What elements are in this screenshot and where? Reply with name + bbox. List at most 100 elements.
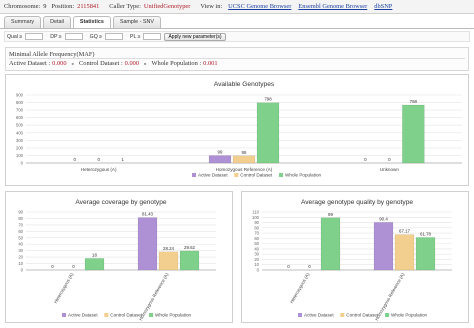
bar-active-dataset bbox=[137, 217, 158, 271]
legend-swatch bbox=[234, 173, 239, 177]
data-label: 99 bbox=[328, 212, 333, 217]
legend-label: Active Dataset bbox=[198, 173, 228, 178]
maf-values: Active Dataset : 0.000 ■ Control Dataset… bbox=[9, 60, 223, 67]
tab-summary[interactable]: Summary bbox=[4, 16, 42, 28]
gq-input[interactable] bbox=[105, 33, 124, 40]
filter-bar: Qual ≥ DP ≥ GQ ≥ PL ≥ Apply new paramete… bbox=[4, 31, 470, 42]
y-tick-label: 10 bbox=[18, 261, 23, 266]
data-label: 0 bbox=[73, 157, 76, 162]
bar-whole-population bbox=[402, 104, 425, 164]
bar-whole-population bbox=[415, 237, 436, 271]
chart-title: Available Genotypes bbox=[214, 81, 275, 88]
data-label: 0 bbox=[364, 157, 367, 162]
legend-label: Control Dataset bbox=[346, 313, 379, 318]
bar-whole-population bbox=[256, 102, 280, 164]
x-tick-label: Unknown bbox=[380, 167, 400, 172]
maf-active-label: Active Dataset : bbox=[9, 60, 51, 67]
qual-label: Qual ≥ bbox=[7, 33, 23, 40]
y-tick-label: 0 bbox=[21, 161, 24, 166]
average-coverage-chart: Average coverage by genotype 0 1020 3040 506… bbox=[18, 199, 216, 321]
available-genotypes-panel: Available Genotypes 0 100 200 300 400 500 600 70… bbox=[5, 74, 469, 186]
ensembl-genome-browser-link[interactable]: Ensembl Genome Browser bbox=[298, 3, 367, 10]
data-label: 61.78 bbox=[420, 231, 432, 236]
data-label: 28.24 bbox=[163, 246, 175, 251]
legend-label: Active Dataset bbox=[304, 313, 334, 318]
legend-label: Whole Population bbox=[285, 173, 321, 178]
x-tick-label: Homozygous Reference (A) bbox=[216, 167, 273, 172]
bar-control-dataset bbox=[394, 234, 415, 271]
y-tick-label: 400 bbox=[16, 130, 24, 135]
x-tick-label: Heterozygous (A) bbox=[81, 167, 117, 172]
maf-whole-value: 0.001 bbox=[203, 60, 218, 67]
qual-input[interactable] bbox=[25, 33, 44, 40]
data-label: 81.43 bbox=[142, 212, 154, 217]
pl-input[interactable] bbox=[143, 33, 162, 40]
legend-label: Control Dataset bbox=[240, 173, 273, 178]
y-tick-label: 700 bbox=[16, 108, 24, 113]
legend-swatch bbox=[104, 313, 109, 317]
tab-detail[interactable]: Detail bbox=[43, 16, 71, 28]
data-label: 1 bbox=[121, 157, 124, 162]
caller-type-value: UnifiedGenotyper bbox=[143, 3, 191, 10]
y-tick-label: 70 bbox=[254, 231, 259, 236]
data-label: 18 bbox=[92, 252, 97, 257]
legend-label: Whole Population bbox=[155, 313, 191, 318]
bar-active-dataset bbox=[373, 222, 394, 271]
maf-whole-label: Whole Population : bbox=[151, 60, 202, 67]
legend-swatch bbox=[385, 313, 390, 317]
y-tick-label: 60 bbox=[18, 229, 23, 234]
tab-bar: Summary Detail Statistics Sample - SNV bbox=[4, 16, 161, 28]
bar-active-dataset bbox=[208, 155, 232, 164]
position-value: 2115841 bbox=[77, 3, 100, 10]
maf-divider bbox=[9, 58, 465, 59]
y-tick-label: 200 bbox=[16, 145, 24, 150]
legend-swatch bbox=[149, 313, 154, 317]
legend-label: Active Dataset bbox=[68, 313, 98, 318]
tab-sample-snv[interactable]: Sample - SNV bbox=[112, 16, 161, 28]
x-tick-label: Heterozygous (A) bbox=[53, 272, 75, 305]
y-tick-label: 10 bbox=[254, 262, 259, 267]
position-label: Position: bbox=[51, 3, 75, 10]
legend-label: Whole Population bbox=[391, 313, 427, 318]
dp-input[interactable] bbox=[64, 33, 83, 40]
y-tick-label: 40 bbox=[254, 246, 259, 251]
maf-separator-icon: ■ bbox=[71, 61, 74, 66]
ucsc-genome-browser-link[interactable]: UCSC Genome Browser bbox=[228, 3, 291, 10]
y-tick-label: 80 bbox=[18, 216, 23, 221]
y-tick-label: 100 bbox=[252, 215, 260, 220]
bar-whole-population bbox=[84, 258, 105, 271]
data-label: 29.62 bbox=[184, 245, 196, 250]
data-label: 0 bbox=[388, 157, 391, 162]
legend-swatch bbox=[279, 173, 284, 177]
dbsnp-link[interactable]: dbSNP bbox=[374, 3, 392, 10]
tab-divider bbox=[0, 28, 474, 29]
data-label: 0 bbox=[51, 264, 54, 269]
data-label: 67.17 bbox=[399, 229, 411, 234]
y-tick-label: 300 bbox=[16, 138, 24, 143]
y-tick-label: 0 bbox=[21, 268, 24, 273]
y-tick-label: 900 bbox=[16, 93, 24, 98]
y-tick-label: 30 bbox=[18, 248, 23, 253]
data-label: 0 bbox=[97, 157, 100, 162]
apply-parameters-button[interactable]: Apply new parameter(s) bbox=[164, 32, 226, 41]
x-tick-label: Heterozygous (A) bbox=[289, 272, 311, 305]
maf-panel: Minimal Allele Frequency(MAF) Active Dat… bbox=[5, 47, 469, 71]
y-tick-label: 90 bbox=[254, 220, 259, 225]
data-label: 768 bbox=[410, 99, 418, 104]
legend-swatch bbox=[62, 313, 66, 317]
y-tick-label: 0 bbox=[257, 268, 260, 273]
caller-type-label: Caller Type: bbox=[109, 3, 141, 10]
data-label: 798 bbox=[264, 97, 272, 102]
tab-statistics[interactable]: Statistics bbox=[72, 16, 111, 28]
maf-title: Minimal Allele Frequency(MAF) bbox=[9, 51, 95, 58]
y-tick-label: 30 bbox=[254, 252, 259, 257]
legend-swatch bbox=[340, 313, 345, 317]
legend-swatch bbox=[298, 313, 302, 317]
y-tick-label: 110 bbox=[252, 210, 259, 215]
pl-label: PL ≥ bbox=[130, 33, 141, 40]
y-tick-label: 500 bbox=[16, 123, 24, 128]
dp-label: DP ≥ bbox=[50, 33, 62, 40]
y-tick-label: 20 bbox=[18, 255, 23, 260]
y-tick-label: 800 bbox=[16, 100, 24, 105]
y-tick-label: 50 bbox=[254, 241, 259, 246]
